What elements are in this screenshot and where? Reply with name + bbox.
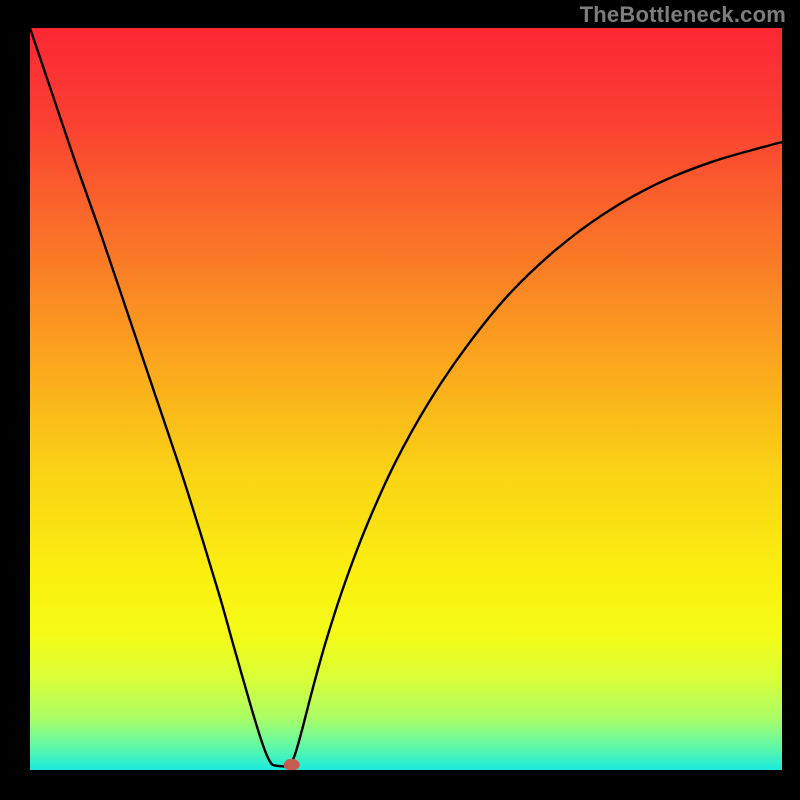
minimum-marker <box>284 759 300 770</box>
plot-area <box>30 28 782 770</box>
bottleneck-curve-path <box>30 28 782 766</box>
watermark-text: TheBottleneck.com <box>580 2 786 28</box>
curve-svg <box>30 28 782 770</box>
chart-frame: TheBottleneck.com <box>0 0 800 800</box>
